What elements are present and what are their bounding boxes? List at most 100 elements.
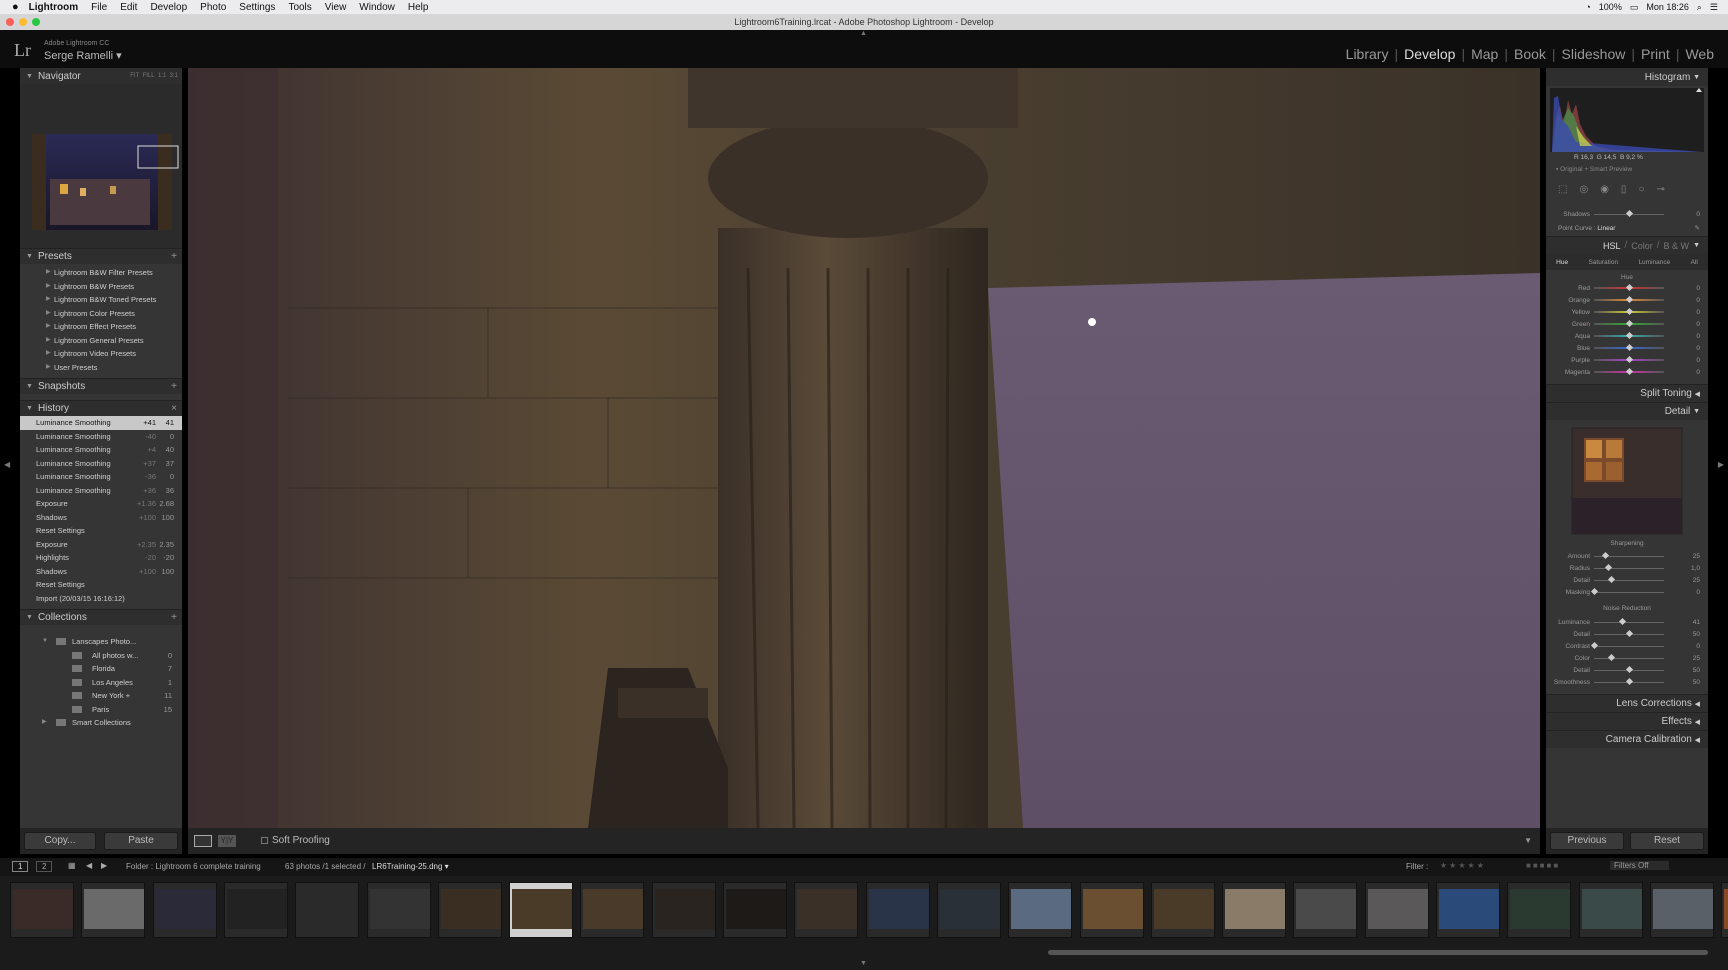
spot-removal-icon[interactable]: ◎ <box>1579 184 1588 195</box>
slider-knob[interactable] <box>1625 367 1633 375</box>
preset-folder[interactable]: ▶ Lightroom Effect Presets <box>20 320 182 334</box>
add-preset-icon[interactable]: + <box>171 251 177 262</box>
adjustment-slider[interactable]: Magenta 0 <box>1546 366 1708 378</box>
radial-filter-icon[interactable]: ○ <box>1638 184 1644 195</box>
edit-curve-icon[interactable]: ✎ <box>1695 224 1700 232</box>
slider-track[interactable] <box>1594 355 1664 363</box>
slider-track[interactable] <box>1594 343 1664 351</box>
loupe-view-icon[interactable] <box>194 835 212 847</box>
slider-track[interactable] <box>1594 563 1664 572</box>
collection-item[interactable]: New York + 11 <box>20 689 182 703</box>
adjustment-slider[interactable]: Radius 1,0 <box>1546 562 1708 574</box>
bottom-panel-toggle-icon[interactable]: ▼ <box>860 960 867 967</box>
slider-track[interactable] <box>1594 629 1664 638</box>
navigator-header[interactable]: ▼ Navigator FIT FILL 1:1 3:1 <box>20 68 182 84</box>
history-step[interactable]: Reset Settings <box>20 524 182 538</box>
selected-file[interactable]: LR6Training-25.dng ▾ <box>372 862 449 871</box>
adjustment-slider[interactable]: Contrast 0 <box>1546 640 1708 652</box>
filmstrip-thumbnail[interactable] <box>1079 882 1144 938</box>
slider-knob[interactable] <box>1604 563 1612 572</box>
history-step[interactable]: Highlights -20 -20 <box>20 551 182 565</box>
image-viewer[interactable] <box>188 68 1540 828</box>
filmstrip-thumbnail[interactable] <box>1150 882 1215 938</box>
slider-value[interactable]: 50 <box>1693 631 1700 638</box>
module-map[interactable]: Map <box>1465 46 1504 62</box>
menu-file[interactable]: File <box>91 2 107 13</box>
slider-knob[interactable] <box>1625 307 1633 315</box>
preset-folder[interactable]: ▶ User Presets <box>20 361 182 375</box>
paste-button[interactable]: Paste <box>104 832 178 850</box>
collection-item[interactable]: ▼ Lanscapes Photo... <box>20 635 182 649</box>
top-panel-toggle-icon[interactable]: ▲ <box>860 30 867 37</box>
preset-folder[interactable]: ▶ Lightroom General Presets <box>20 334 182 348</box>
zoom-button[interactable] <box>32 18 40 26</box>
adjustment-slider[interactable]: Orange 0 <box>1546 294 1708 306</box>
shadows-slider[interactable]: Shadows 0 <box>1546 208 1708 220</box>
filmstrip-thumbnail[interactable] <box>1293 882 1358 938</box>
source-label[interactable]: Folder : Lightroom 6 complete training <box>126 862 261 871</box>
slider-value[interactable]: 0 <box>1696 589 1700 596</box>
slider-track[interactable] <box>1594 331 1664 339</box>
collection-item[interactable]: Los Angeles 1 <box>20 676 182 690</box>
menu-help[interactable]: Help <box>408 2 429 13</box>
search-icon[interactable]: ⌕ <box>1697 2 1702 13</box>
expand-triangle-icon[interactable]: ▼ <box>42 635 48 649</box>
slider-knob[interactable] <box>1625 295 1633 303</box>
slider-knob[interactable] <box>1625 319 1633 327</box>
slider-value[interactable]: 0 <box>1696 285 1700 292</box>
menu-tools[interactable]: Tools <box>288 2 311 13</box>
collection-item[interactable]: Paris 15 <box>20 703 182 717</box>
slider-knob[interactable] <box>1607 575 1616 584</box>
slider-knob[interactable] <box>1625 665 1633 674</box>
rating-filter-stars[interactable]: ★★★★★ <box>1440 861 1486 870</box>
collection-item[interactable]: ▶ Smart Collections <box>20 716 182 730</box>
adjustment-slider[interactable]: Masking 0 <box>1546 586 1708 598</box>
presets-header[interactable]: ▼ Presets + <box>20 248 182 264</box>
lens-corrections-header[interactable]: Lens Corrections ◀ <box>1546 694 1708 712</box>
shadows-value[interactable]: 0 <box>1696 211 1700 218</box>
copy-button[interactable]: Copy... <box>24 832 96 850</box>
menu-view[interactable]: View <box>325 2 347 13</box>
minimize-button[interactable] <box>19 18 27 26</box>
history-step[interactable]: Shadows +100 100 <box>20 511 182 525</box>
preset-folder[interactable]: ▶ Lightroom B&W Filter Presets <box>20 266 182 280</box>
adjustment-slider[interactable]: Purple 0 <box>1546 354 1708 366</box>
subtab-luminance[interactable]: Luminance <box>1638 259 1670 266</box>
adjustment-slider[interactable]: Red 0 <box>1546 282 1708 294</box>
filmstrip-thumbnail[interactable] <box>1008 882 1073 938</box>
slider-knob[interactable] <box>1625 209 1633 218</box>
filmstrip-thumbnail[interactable] <box>1649 882 1714 938</box>
user-name[interactable]: Serge Ramelli ▾ <box>44 49 122 62</box>
slider-knob[interactable] <box>1602 551 1610 560</box>
slider-value[interactable]: 50 <box>1693 679 1700 686</box>
snapshots-header[interactable]: ▼ Snapshots + <box>20 378 182 394</box>
filmstrip-thumbnail[interactable] <box>81 882 146 938</box>
close-button[interactable] <box>6 18 14 26</box>
toolbar-menu-icon[interactable]: ▼ <box>1524 836 1532 845</box>
subtab-all[interactable]: All <box>1691 259 1698 266</box>
filmstrip-thumbnail[interactable] <box>295 882 360 938</box>
filmstrip-thumbnail[interactable] <box>1436 882 1500 938</box>
history-step[interactable]: Luminance Smoothing -40 0 <box>20 430 182 444</box>
menu-edit[interactable]: Edit <box>120 2 137 13</box>
history-step[interactable]: Shadows +100 100 <box>20 565 182 579</box>
slider-track[interactable] <box>1590 587 1664 596</box>
slider-track[interactable] <box>1594 295 1664 303</box>
clock[interactable]: Mon 18:26 <box>1646 2 1689 12</box>
slider-knob[interactable] <box>1607 653 1616 662</box>
slider-knob[interactable] <box>1625 331 1633 339</box>
slider-track[interactable] <box>1594 677 1664 686</box>
camera-calibration-header[interactable]: Camera Calibration ◀ <box>1546 730 1708 748</box>
module-slideshow[interactable]: Slideshow <box>1556 46 1632 62</box>
reset-button[interactable]: Reset <box>1630 832 1704 850</box>
red-eye-icon[interactable]: ◉ <box>1600 184 1609 195</box>
histogram-graph[interactable]: R 16,3 G 14,5 B 9,2 % ▪ Original + Smart… <box>1546 86 1708 178</box>
adjustment-slider[interactable]: Yellow 0 <box>1546 306 1708 318</box>
slider-value[interactable]: 0 <box>1696 309 1700 316</box>
tab-hsl[interactable]: HSL <box>1603 241 1621 251</box>
menu-develop[interactable]: Develop <box>150 2 187 13</box>
zoom-fit[interactable]: FIT <box>130 73 139 79</box>
screen-1-button[interactable]: 1 <box>12 861 29 872</box>
slider-track[interactable] <box>1594 283 1664 291</box>
adjustment-slider[interactable]: Smoothness 50 <box>1546 676 1708 688</box>
